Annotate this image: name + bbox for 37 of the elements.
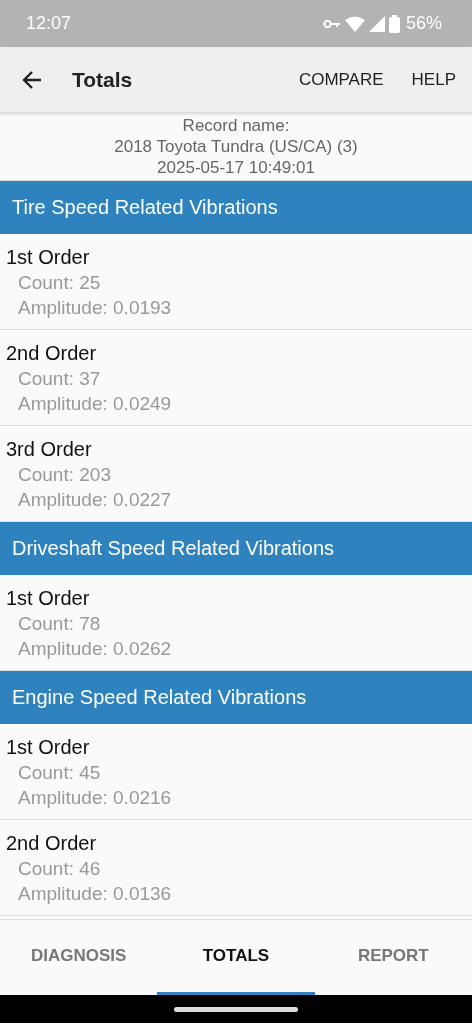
order-amplitude: Amplitude: 0.0193 bbox=[17, 296, 173, 320]
order-amplitude: Amplitude: 0.0216 bbox=[17, 786, 173, 810]
order-name: 2nd Order bbox=[6, 831, 98, 856]
order-name: 1st Order bbox=[6, 735, 91, 760]
tab[interactable]: DIAGNOSIS bbox=[0, 920, 158, 995]
order-count: Count: 25 bbox=[17, 271, 102, 295]
order-count: Count: 37 bbox=[17, 367, 102, 391]
clock: 12:07 bbox=[26, 13, 72, 34]
order-name: 1st Order bbox=[6, 245, 91, 270]
order-name: 3rd Order bbox=[6, 437, 93, 462]
tab[interactable]: REPORT bbox=[314, 920, 472, 995]
order-amplitude: Amplitude: 0.0249 bbox=[17, 392, 173, 416]
battery-percent: 56% bbox=[405, 13, 442, 34]
action-button[interactable]: HELP bbox=[411, 69, 456, 90]
order-name: 2nd Order bbox=[6, 341, 98, 366]
home-handle[interactable] bbox=[174, 1006, 298, 1012]
section-header: Tire Speed Related Vibrations bbox=[0, 181, 472, 234]
order-count: Count: 78 bbox=[17, 612, 102, 636]
record-date: 2025-05-17 10:49:01 bbox=[157, 156, 315, 178]
signal-icon bbox=[368, 15, 385, 32]
key-icon bbox=[322, 18, 341, 29]
order-count: Count: 45 bbox=[17, 761, 102, 785]
section-header: Engine Speed Related Vibrations bbox=[0, 671, 472, 724]
back-arrow-icon[interactable] bbox=[22, 70, 42, 89]
order-count: Count: 203 bbox=[17, 463, 112, 487]
order-amplitude: Amplitude: 0.0227 bbox=[17, 488, 173, 512]
wifi-icon bbox=[344, 15, 365, 32]
order-name: 1st Order bbox=[6, 586, 91, 611]
order-amplitude: Amplitude: 0.0136 bbox=[17, 882, 173, 906]
order-amplitude: Amplitude: 0.0262 bbox=[17, 637, 173, 661]
screen-title: Totals bbox=[72, 67, 134, 92]
record-name: 2018 Toyota Tundra (US/CA) (3) bbox=[114, 135, 358, 157]
action-button[interactable]: COMPARE bbox=[298, 69, 384, 90]
order-count: Count: 46 bbox=[17, 857, 102, 881]
battery-icon bbox=[388, 14, 400, 33]
record-label: Record name: bbox=[182, 114, 290, 136]
section-header: Driveshaft Speed Related Vibrations bbox=[0, 522, 472, 575]
